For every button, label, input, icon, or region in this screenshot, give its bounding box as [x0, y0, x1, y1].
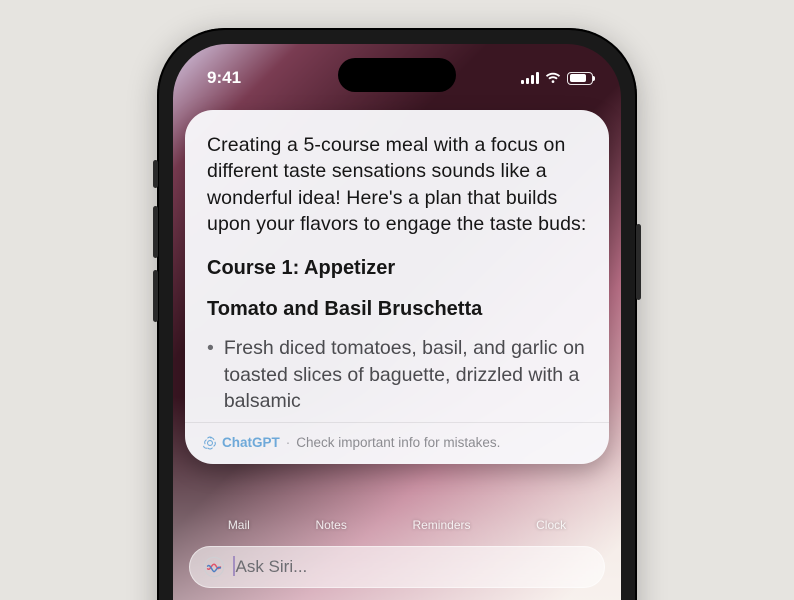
iphone-frame: 9:41 Creating a 5-course meal with a foc…	[157, 28, 637, 600]
siri-response-card[interactable]: Creating a 5-course meal with a focus on…	[185, 110, 609, 464]
chatgpt-icon	[203, 436, 217, 450]
dish-heading: Tomato and Basil Bruschetta	[207, 296, 587, 323]
siri-orb-icon	[203, 556, 225, 578]
siri-input[interactable]: Ask Siri...	[189, 546, 605, 588]
list-item: • Fresh diced tomatoes, basil, and garli…	[207, 335, 587, 414]
ring-switch	[153, 160, 158, 188]
disclaimer-text: Check important info for mistakes.	[296, 435, 500, 450]
response-intro-text: Creating a 5-course meal with a focus on…	[207, 132, 587, 237]
provider-chip[interactable]: ChatGPT	[203, 435, 280, 450]
volume-down-button	[153, 270, 158, 322]
dynamic-island	[338, 58, 456, 92]
screen: 9:41 Creating a 5-course meal with a foc…	[173, 44, 621, 600]
siri-placeholder-text: Ask Siri...	[236, 557, 308, 576]
cellular-signal-icon	[521, 72, 539, 84]
app-label-reminders[interactable]: Reminders	[412, 518, 470, 532]
course-heading: Course 1: Appetizer	[207, 255, 587, 282]
battery-icon	[567, 72, 593, 85]
app-label-clock[interactable]: Clock	[536, 518, 566, 532]
wifi-icon	[545, 72, 561, 84]
provider-name: ChatGPT	[222, 435, 280, 450]
bullet-text: Fresh diced tomatoes, basil, and garlic …	[224, 335, 587, 414]
text-caret	[233, 556, 235, 576]
app-labels-row: Mail Notes Reminders Clock	[173, 518, 621, 532]
status-indicators	[521, 72, 593, 85]
separator-dot: ·	[286, 435, 291, 450]
response-attribution: ChatGPT · Check important info for mista…	[185, 422, 609, 464]
volume-up-button	[153, 206, 158, 258]
siri-placeholder: Ask Siri...	[233, 557, 307, 578]
side-button	[636, 224, 641, 300]
app-label-notes[interactable]: Notes	[315, 518, 346, 532]
app-label-mail[interactable]: Mail	[228, 518, 250, 532]
status-time: 9:41	[207, 68, 241, 88]
bullet-icon: •	[207, 335, 214, 414]
